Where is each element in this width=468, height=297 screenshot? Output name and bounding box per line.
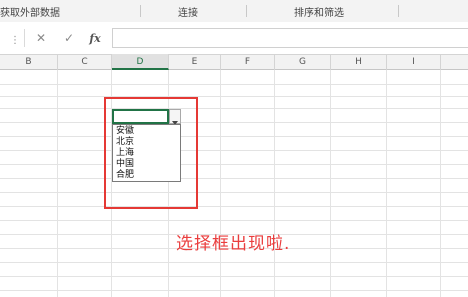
column-header-i[interactable]: I	[387, 54, 441, 70]
grid-row-line	[0, 220, 468, 221]
cancel-icon[interactable]: ✕	[30, 29, 52, 47]
grid-row-line	[0, 290, 468, 291]
column-header-h[interactable]: H	[331, 54, 387, 70]
highlight-box	[104, 97, 198, 209]
ribbon-group-sort-filter[interactable]: 排序和筛选	[294, 4, 344, 19]
grid-row-line	[0, 108, 468, 109]
grid-row-line	[0, 84, 468, 85]
grid-column-line	[57, 70, 58, 297]
grid-row-line	[0, 206, 468, 207]
more-icon[interactable]: ⋮	[10, 35, 20, 46]
column-header-d[interactable]: D	[112, 54, 169, 70]
grid-column-line	[274, 70, 275, 297]
grid-column-line	[330, 70, 331, 297]
insert-function-button[interactable]: fx	[84, 29, 106, 47]
formula-separator	[24, 29, 25, 47]
grid-row-line	[0, 178, 468, 179]
grid-column-line	[220, 70, 221, 297]
grid-row-line	[0, 96, 468, 97]
grid-row-line	[0, 150, 468, 151]
formula-input[interactable]	[112, 28, 468, 48]
enter-icon[interactable]: ✓	[58, 29, 80, 47]
grid-column-line	[386, 70, 387, 297]
fx-icon: fx	[89, 32, 101, 45]
column-header-c[interactable]: C	[58, 54, 112, 70]
annotation-text: 选择框出现啦.	[176, 234, 291, 254]
ribbon-separator	[398, 5, 399, 17]
ribbon-separator	[246, 5, 247, 17]
grid-row-line	[0, 276, 468, 277]
grid-row-line	[0, 122, 468, 123]
column-header-e[interactable]: E	[169, 54, 221, 70]
grid-column-line	[440, 70, 441, 297]
grid-row-line	[0, 136, 468, 137]
column-header-b[interactable]: B	[0, 54, 58, 70]
ribbon-group-connections[interactable]: 连接	[178, 4, 198, 19]
ribbon-separator	[140, 5, 141, 17]
grid-row-line	[0, 164, 468, 165]
grid-row-line	[0, 192, 468, 193]
column-header-f[interactable]: F	[221, 54, 275, 70]
grid-row-line	[0, 262, 468, 263]
ribbon-group-get-external-data[interactable]: 获取外部数据	[0, 4, 60, 19]
column-header-g[interactable]: G	[275, 54, 331, 70]
